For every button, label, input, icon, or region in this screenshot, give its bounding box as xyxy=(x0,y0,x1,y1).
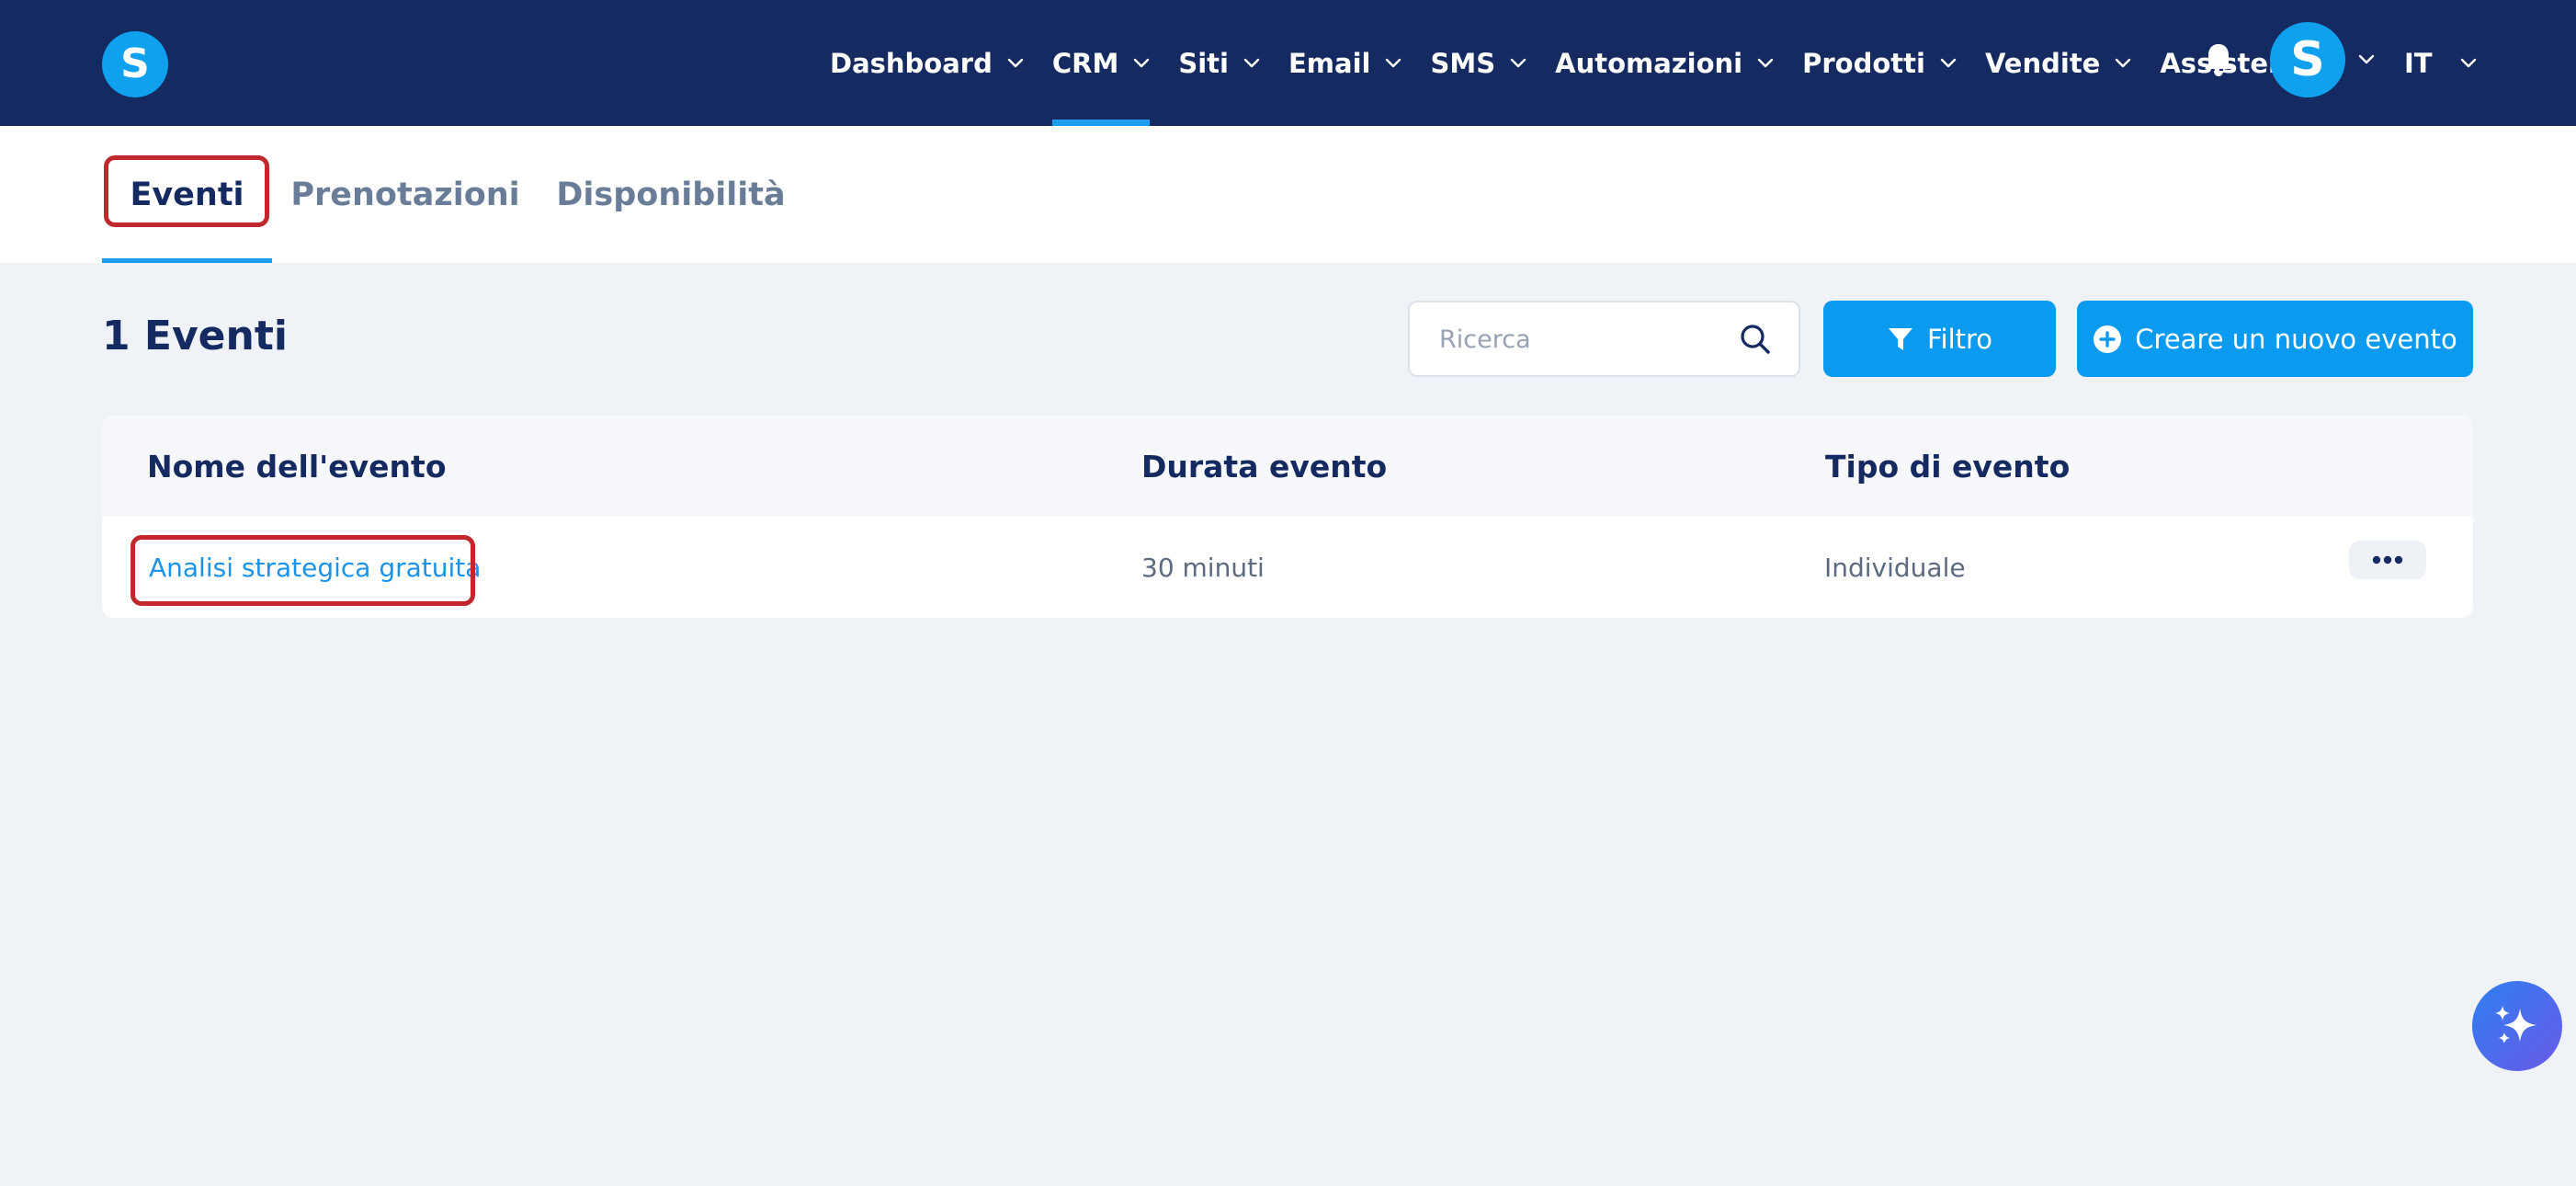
nav-item-prodotti[interactable]: Prodotti xyxy=(1802,0,1957,126)
language-label: IT xyxy=(2404,47,2433,79)
nav-item-label: Vendite xyxy=(1984,47,2101,79)
chevron-down-icon xyxy=(1510,58,1526,68)
column-header-type: Tipo di evento xyxy=(1825,448,2071,485)
event-name-link[interactable]: Analisi strategica gratuita xyxy=(149,517,481,618)
nav-item-label: SMS xyxy=(1430,47,1496,79)
nav-item-label: Siti xyxy=(1178,47,1229,79)
chevron-down-icon xyxy=(1243,58,1260,68)
main-nav: Dashboard CRM Siti Email SMS Automazioni… xyxy=(830,0,2348,126)
nav-item-label: Prodotti xyxy=(1802,47,1925,79)
filter-button-label: Filtro xyxy=(1926,323,1993,355)
sparkles-icon xyxy=(2495,1006,2536,1043)
search-input[interactable] xyxy=(1437,302,1735,377)
table-row: Analisi strategica gratuita 30 minuti In… xyxy=(102,517,2473,618)
top-navbar: S Dashboard CRM Siti Email SMS Automazio… xyxy=(0,0,2576,126)
chevron-down-icon xyxy=(2460,58,2476,68)
create-event-button-label: Creare un nuovo evento xyxy=(2135,323,2457,355)
search-icon[interactable] xyxy=(1739,323,1772,356)
more-options-button[interactable] xyxy=(2349,541,2426,579)
events-table: Nome dell'evento Durata evento Tipo di e… xyxy=(102,416,2473,618)
nav-item-label: Email xyxy=(1288,47,1371,79)
nav-item-label: CRM xyxy=(1051,47,1119,79)
chevron-down-icon[interactable] xyxy=(2358,54,2375,64)
nav-item-label: Automazioni xyxy=(1555,47,1743,79)
tab-label: Prenotazioni xyxy=(290,176,520,213)
column-header-duration: Durata evento xyxy=(1141,448,1388,485)
nav-item-vendite[interactable]: Vendite xyxy=(1985,0,2131,126)
logo-letter: S xyxy=(120,40,150,87)
nav-item-email[interactable]: Email xyxy=(1288,0,1401,126)
plus-circle-icon xyxy=(2094,325,2122,353)
bell-icon[interactable] xyxy=(2203,42,2234,77)
chevron-down-icon xyxy=(2116,58,2131,68)
column-header-name: Nome dell'evento xyxy=(147,448,447,485)
tab-bar: Eventi Prenotazioni Disponibilità xyxy=(0,126,2576,263)
nav-item-crm[interactable]: CRM xyxy=(1051,0,1151,126)
create-event-button[interactable]: Creare un nuovo evento xyxy=(2077,301,2473,377)
chevron-down-icon xyxy=(1386,58,1401,68)
tab-label: Eventi xyxy=(130,176,244,213)
avatar-letter: S xyxy=(2290,32,2324,87)
more-horizontal-icon xyxy=(2372,555,2403,564)
search-box xyxy=(1408,301,1800,377)
tab-prenotazioni[interactable]: Prenotazioni xyxy=(290,126,519,263)
event-type: Individuale xyxy=(1824,552,1966,583)
filter-button[interactable]: Filtro xyxy=(1823,301,2056,377)
avatar[interactable]: S xyxy=(2270,22,2345,97)
tab-label: Disponibilità xyxy=(556,176,786,213)
logo[interactable]: S xyxy=(102,31,168,97)
tab-disponibilita[interactable]: Disponibilità xyxy=(556,126,785,263)
nav-item-sms[interactable]: SMS xyxy=(1430,0,1526,126)
nav-item-dashboard[interactable]: Dashboard xyxy=(830,0,1024,126)
page-title: 1 Eventi xyxy=(102,313,288,359)
table-header: Nome dell'evento Durata evento Tipo di e… xyxy=(102,416,2473,517)
chevron-down-icon xyxy=(1134,58,1150,68)
tab-eventi[interactable]: Eventi xyxy=(102,126,272,263)
nav-item-siti[interactable]: Siti xyxy=(1178,0,1260,126)
filter-icon xyxy=(1888,327,1912,350)
nav-item-label: Dashboard xyxy=(830,47,993,79)
event-duration: 30 minuti xyxy=(1141,552,1265,583)
chevron-down-icon xyxy=(1007,58,1024,68)
language-selector[interactable]: IT xyxy=(2404,0,2477,126)
chevron-down-icon xyxy=(1757,58,1774,68)
chevron-down-icon xyxy=(1940,58,1957,68)
nav-item-automazioni[interactable]: Automazioni xyxy=(1555,0,1774,126)
ai-assistant-button[interactable] xyxy=(2472,981,2562,1071)
